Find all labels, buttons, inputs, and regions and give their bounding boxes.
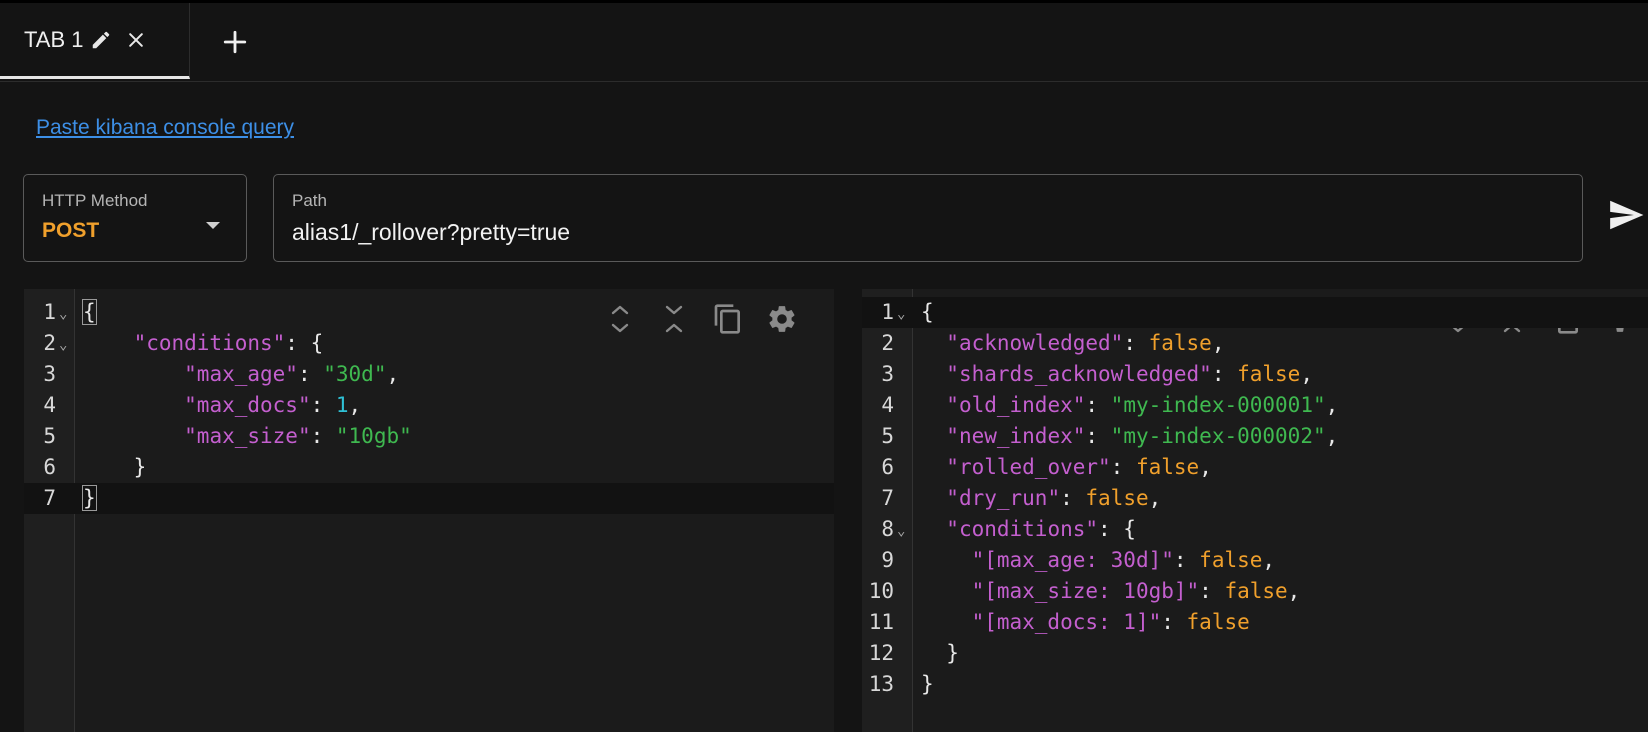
code-text: "conditions": {	[946, 517, 1136, 541]
response-code-line[interactable]: 6 "rolled_over": false,	[862, 452, 1648, 483]
fold-chevron-icon[interactable]: ⌄	[897, 299, 905, 330]
line-number: 4	[43, 393, 56, 417]
response-code-line[interactable]: 11 "[max_docs: 1]": false	[862, 607, 1648, 638]
line-number: 5	[43, 424, 56, 448]
code-text: "[max_docs: 1]": false	[971, 610, 1250, 634]
code-text: "max_size": "10gb"	[184, 424, 412, 448]
line-number: 6	[881, 455, 894, 479]
code-text: {	[82, 299, 97, 325]
response-code-line[interactable]: 9 "[max_age: 30d]": false,	[862, 545, 1648, 576]
line-number: 1	[43, 300, 56, 324]
tab-1[interactable]: TAB 1	[0, 3, 190, 79]
code-text: "max_age": "30d",	[184, 362, 400, 386]
response-code-line[interactable]: 10 "[max_size: 10gb]": false,	[862, 576, 1648, 607]
request-code-line[interactable]: 3 "max_age": "30d",	[24, 359, 834, 390]
line-number: 3	[881, 362, 894, 386]
line-number: 3	[43, 362, 56, 386]
line-number: 13	[868, 672, 894, 696]
request-code-line[interactable]: 4 "max_docs": 1,	[24, 390, 834, 421]
path-label: Path	[292, 191, 327, 210]
http-method-select[interactable]: HTTP Method POST	[23, 174, 247, 262]
paste-kibana-query-link[interactable]: Paste kibana console query	[36, 116, 294, 140]
code-text: "new_index": "my-index-000002",	[946, 424, 1339, 448]
send-icon	[1607, 196, 1645, 239]
code-text: "rolled_over": false,	[946, 455, 1212, 479]
response-code-line[interactable]: 3 "shards_acknowledged": false,	[862, 359, 1648, 390]
code-text: "max_docs": 1,	[184, 393, 362, 417]
response-code-line[interactable]: 2 "acknowledged": false,	[862, 328, 1648, 359]
code-text: "dry_run": false,	[946, 486, 1162, 510]
request-code-line[interactable]: 1 ⌄ {	[24, 297, 834, 328]
fold-chevron-icon[interactable]: ⌄	[59, 299, 67, 330]
path-field[interactable]: Path alias1/_rollover?pretty=true	[273, 174, 1583, 262]
http-method-label: HTTP Method	[42, 191, 148, 210]
code-text: "old_index": "my-index-000001",	[946, 393, 1339, 417]
code-text: "acknowledged": false,	[946, 331, 1225, 355]
code-text: "[max_age: 30d]": false,	[971, 548, 1276, 572]
response-body-viewer[interactable]: 1 ⌄{2 "acknowledged": false, 3 "shards_ack…	[862, 289, 1648, 732]
fold-chevron-icon[interactable]: ⌄	[59, 330, 67, 361]
request-code-line[interactable]: 6 }	[24, 452, 834, 483]
response-code-line[interactable]: 4 "old_index": "my-index-000001",	[862, 390, 1648, 421]
fold-chevron-icon[interactable]: ⌄	[897, 516, 905, 547]
line-number: 5	[881, 424, 894, 448]
line-number: 1	[881, 300, 894, 324]
code-text: }	[82, 485, 97, 511]
line-number: 7	[881, 486, 894, 510]
response-code-line[interactable]: 12 }	[862, 638, 1648, 669]
line-number: 4	[881, 393, 894, 417]
tab-label: TAB 1	[24, 26, 84, 52]
line-number: 2	[43, 331, 56, 355]
http-method-value: POST	[42, 219, 100, 242]
response-code-line[interactable]: 7 "dry_run": false,	[862, 483, 1648, 514]
path-input[interactable]: alias1/_rollover?pretty=true	[292, 219, 570, 246]
code-text: "shards_acknowledged": false,	[946, 362, 1313, 386]
code-text: }	[921, 641, 959, 665]
caret-down-icon	[201, 213, 225, 237]
request-code-line[interactable]: 5 "max_size": "10gb"	[24, 421, 834, 452]
request-code-line[interactable]: 7}	[24, 483, 834, 514]
line-number: 8	[881, 517, 894, 541]
request-body-editor[interactable]: 1 ⌄{2 ⌄ "conditions": {3 "max_age": "30d",…	[24, 289, 834, 732]
pencil-icon[interactable]	[90, 29, 112, 51]
line-number: 2	[881, 331, 894, 355]
code-text: {	[921, 300, 934, 324]
request-code-line[interactable]: 2 ⌄ "conditions": {	[24, 328, 834, 359]
line-number: 9	[881, 548, 894, 572]
line-number: 6	[43, 455, 56, 479]
response-code-line[interactable]: 1 ⌄ {	[862, 297, 1648, 328]
response-code-line[interactable]: 13}	[862, 669, 1648, 700]
line-number: 11	[868, 610, 894, 634]
response-code-line[interactable]: 8 ⌄ "conditions": {	[862, 514, 1648, 545]
code-text: }	[83, 455, 147, 479]
line-number: 10	[868, 579, 894, 603]
code-text: }	[921, 672, 934, 696]
line-number: 12	[868, 641, 894, 665]
line-number: 7	[43, 486, 56, 510]
tab-bar: TAB 1	[0, 3, 1648, 82]
send-button[interactable]	[1607, 197, 1647, 237]
close-icon[interactable]	[126, 30, 146, 50]
code-text: "[max_size: 10gb]": false,	[971, 579, 1301, 603]
plus-icon[interactable]	[220, 27, 250, 57]
code-text: "conditions": {	[133, 331, 324, 355]
response-code-line[interactable]: 5 "new_index": "my-index-000002",	[862, 421, 1648, 452]
